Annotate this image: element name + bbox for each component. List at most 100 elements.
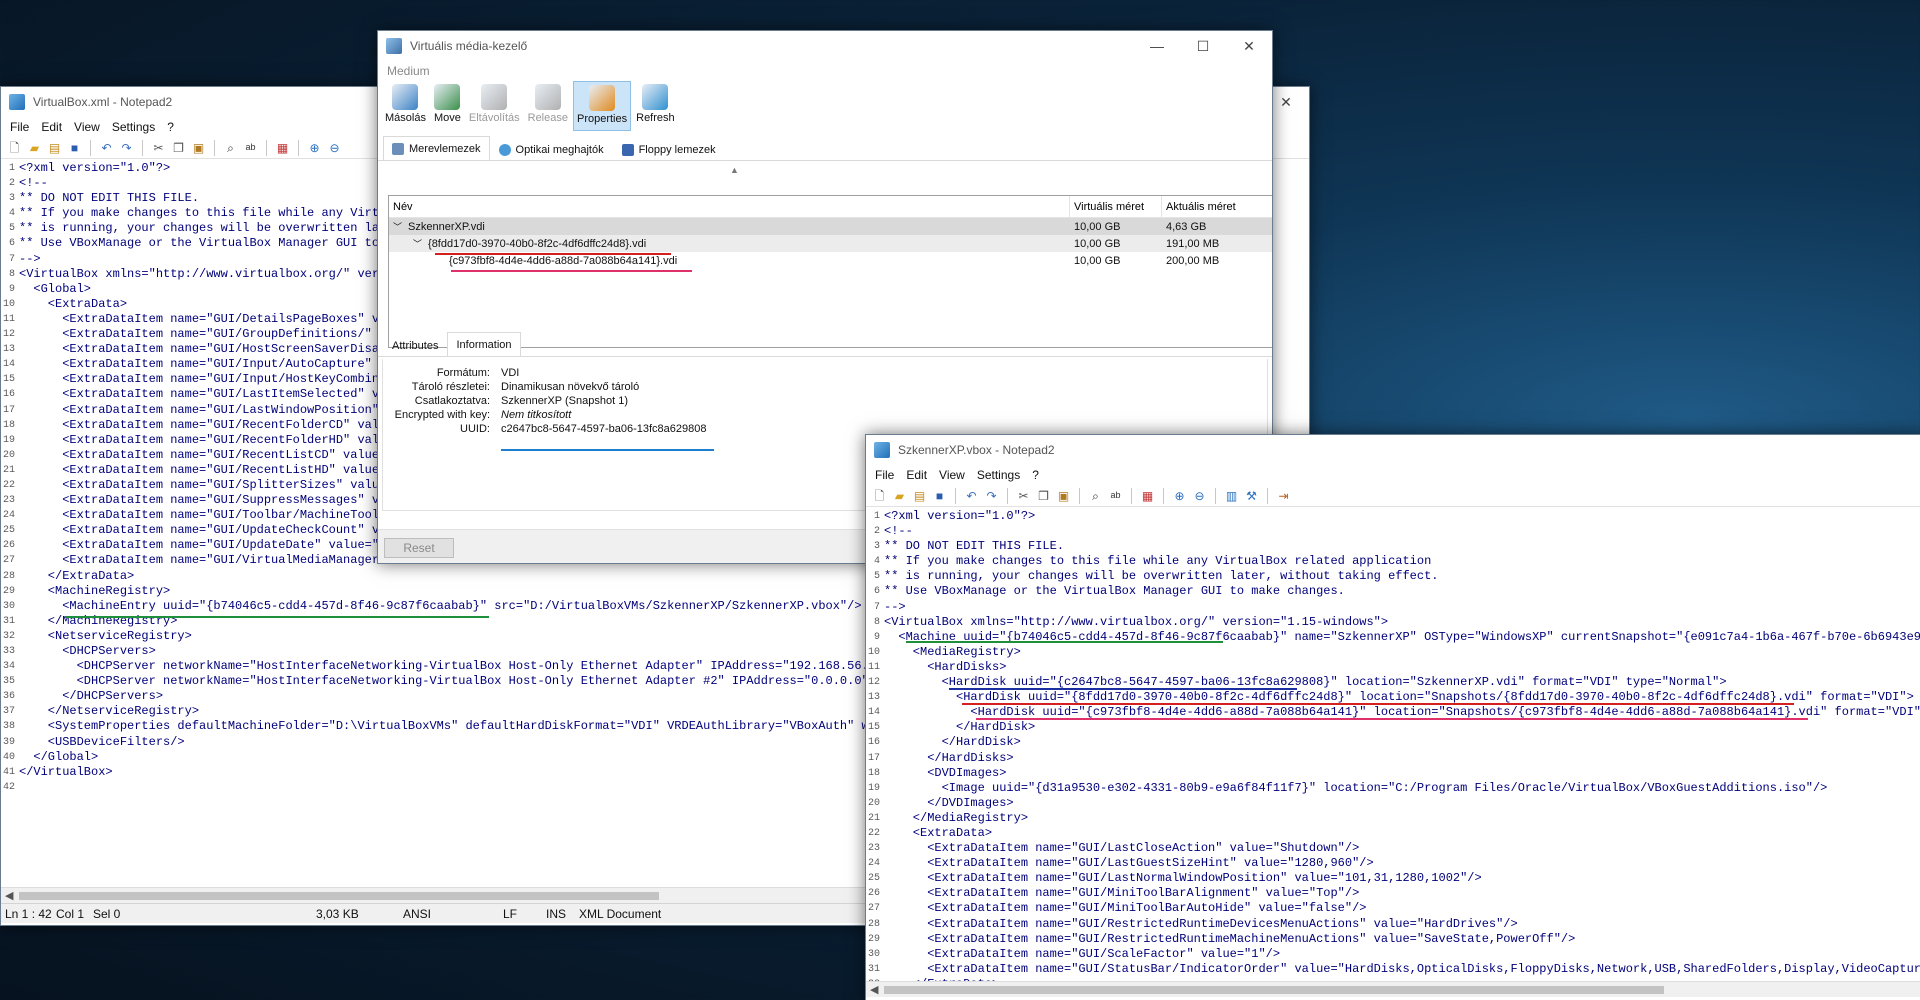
open-folder-icon[interactable]: ▰ [26,139,43,156]
toolbar-button-másolás[interactable]: Másolás [382,81,429,131]
toolbar-button-properties[interactable]: Properties [572,81,632,131]
menu-file[interactable]: File [869,468,900,482]
new-file-icon[interactable]: 🗋 [6,139,23,156]
paste-icon[interactable]: ▣ [1055,487,1072,504]
zoom-in-icon[interactable]: ⊕ [306,139,323,156]
line-number: 23 [1,493,19,509]
zoom-out-icon[interactable]: ⊖ [1191,487,1208,504]
column-actual-size[interactable]: Aktuális méret [1162,196,1272,217]
toolbar-button-refresh[interactable]: Refresh [633,81,678,131]
menu-settings[interactable]: Settings [106,120,161,134]
media-name: SzkennerXP.vdi [408,220,485,233]
code-text: <ExtraDataItem name="GUI/ScaleFactor" va… [884,946,1281,961]
cut-icon[interactable]: ✂ [1015,487,1032,504]
line-number: 41 [1,764,19,780]
menu-file[interactable]: File [4,120,35,134]
menu-medium[interactable]: Medium [381,64,436,78]
tab-hard-disks[interactable]: Merevlemezek [383,136,490,160]
find-icon[interactable]: ⌕ [1087,487,1104,504]
line-number: 18 [866,765,884,781]
list-item[interactable]: ﹀ SzkennerXP.vdi 10,00 GB 4,63 GB [389,218,1272,235]
menu-edit[interactable]: Edit [900,468,933,482]
undo-icon[interactable]: ↶ [963,487,980,504]
scroll-left-icon[interactable]: ◀ [5,889,13,902]
scroll-left-icon[interactable]: ◀ [870,983,878,996]
line-number: 16 [1,387,19,403]
line-number: 24 [866,856,884,872]
new-file-icon[interactable]: 🗋 [871,487,888,504]
maximize-button[interactable]: ☐ [1180,31,1226,61]
underline-blue-uuid [501,449,714,451]
find-icon[interactable]: ⌕ [222,139,239,156]
scrollbar-thumb[interactable] [19,892,659,900]
code-text: <ExtraDataItem name="GUI/Toolbar/Machine… [19,508,387,523]
close-button[interactable]: ✕ [1226,31,1272,61]
horizontal-scrollbar[interactable]: ◀ [866,981,1920,997]
code-text: </HardDisk> [884,720,1036,735]
menu-help[interactable]: ? [1026,468,1045,482]
wordwrap-icon[interactable]: ▦ [1139,487,1156,504]
column-virtual-size[interactable]: Virtuális méret [1070,196,1162,217]
scrollbar-thumb[interactable] [884,986,1664,994]
minimize-button[interactable]: — [1134,31,1180,61]
line-number: 12 [1,327,19,343]
browse-icon[interactable]: ▤ [911,487,928,504]
line-number: 4 [866,554,884,570]
line-number: 5 [866,569,884,585]
list-item[interactable]: ﹀ {8fdd17d0-3970-40b0-8f2c-4df6dffc24d8}.… [389,235,1272,252]
menu-help[interactable]: ? [161,120,180,134]
zoom-in-icon[interactable]: ⊕ [1171,487,1188,504]
code-text: ** If you make changes to this file whil… [884,554,1432,569]
code-text: <DHCPServer networkName="HostInterfaceNe… [19,674,891,689]
cut-icon[interactable]: ✂ [150,139,167,156]
copy-icon[interactable]: ❐ [1035,487,1052,504]
save-icon[interactable]: ■ [931,487,948,504]
column-name[interactable]: Név [389,196,1070,217]
settings-icon[interactable]: ⚒ [1243,487,1260,504]
line-number: 1 [1,161,19,177]
zoom-out-icon[interactable]: ⊖ [326,139,343,156]
wordwrap-icon[interactable]: ▦ [274,139,291,156]
expand-icon[interactable]: ﹀ [413,237,422,250]
status-doctype: XML Document [579,907,662,921]
tab-attributes[interactable]: Attributes [383,334,447,356]
tab-optical-drives[interactable]: Optikai meghajtók [490,138,613,160]
replace-icon[interactable]: ab [1107,487,1124,504]
info-value: SzkennerXP (Snapshot 1) [501,395,628,407]
exit-icon[interactable]: ⇥ [1275,487,1292,504]
line-number: 31 [1,613,19,629]
redo-icon[interactable]: ↷ [118,139,135,156]
status-line: Ln 1 : 42 [5,907,52,921]
code-text: </ExtraData> [19,568,135,583]
toolbar-button-move[interactable]: Move [431,81,464,131]
tab-information[interactable]: Information [447,332,521,356]
line-number: 14 [1,357,19,373]
media-actual-size: 4,63 GB [1166,220,1207,233]
paste-icon[interactable]: ▣ [190,139,207,156]
reset-button[interactable]: Reset [384,538,454,558]
expand-icon[interactable]: ﹀ [393,220,402,233]
code-text: <ExtraDataItem name="GUI/LastWindowPosit… [19,402,380,417]
menu-bar: File Edit View Settings ? [866,465,1920,485]
replace-icon[interactable]: ab [242,139,259,156]
menu-settings[interactable]: Settings [971,468,1026,482]
media-toolbar: Másolás Move Eltávolítás Release Properties R… [378,81,1272,137]
redo-icon[interactable]: ↷ [983,487,1000,504]
toolbar-button-release[interactable]: Release [525,81,571,131]
tab-floppy-disks[interactable]: Floppy lemezek [613,138,725,160]
code-line: 3 ** DO NOT EDIT THIS FILE. [866,539,1920,555]
undo-icon[interactable]: ↶ [98,139,115,156]
scheme-icon[interactable]: ▥ [1223,487,1240,504]
toolbar-button-eltávolítás[interactable]: Eltávolítás [466,81,523,131]
code-text: <ExtraDataItem name="GUI/DetailsPageBoxe… [19,311,408,326]
browse-icon[interactable]: ▤ [46,139,63,156]
open-folder-icon[interactable]: ▰ [891,487,908,504]
code-editor[interactable]: 1 <?xml version="1.0"?> 2 <!-- 3 ** DO NOT ED… [866,509,1920,981]
code-text: <ExtraDataItem name="GUI/UpdateDate" val… [19,538,387,553]
copy-icon[interactable]: ❐ [170,139,187,156]
menu-view[interactable]: View [933,468,971,482]
save-icon[interactable]: ■ [66,139,83,156]
menu-view[interactable]: View [68,120,106,134]
info-label: UUID: [460,423,490,435]
menu-edit[interactable]: Edit [35,120,68,134]
